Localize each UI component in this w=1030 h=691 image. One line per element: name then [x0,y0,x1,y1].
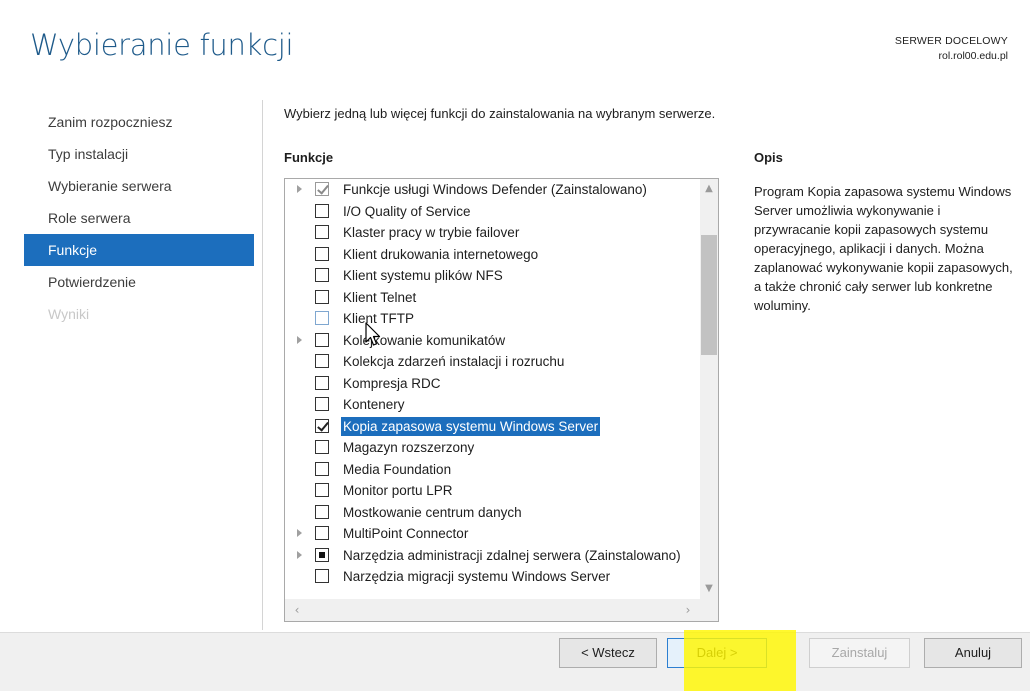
list-item-label: Monitor portu LPR [343,483,453,498]
checkbox[interactable] [315,354,329,368]
list-item[interactable]: MultiPoint Connector [285,523,700,545]
list-item-label: Kolekcja zdarzeń instalacji i rozruchu [343,354,565,369]
list-item[interactable]: Kolejkowanie komunikatów [285,330,700,352]
features-heading: Funkcje [284,150,334,165]
list-item[interactable]: Klient systemu plików NFS [285,265,700,287]
nav-item-wyniki: Wyniki [48,306,90,322]
list-item-label: Narzędzia administracji zdalnej serwera … [343,547,681,563]
checkbox[interactable] [315,440,329,454]
checkbox[interactable] [315,311,329,325]
feature-description: Program Kopia zapasowa systemu Windows S… [754,184,1013,313]
scroll-down-icon[interactable]: ▼ [700,581,718,597]
scroll-right-icon[interactable]: › [680,601,696,619]
list-item-label: Klaster pracy w trybie failover [343,225,520,240]
list-item[interactable]: Klaster pracy w trybie failover [285,222,700,244]
list-item-label: Mostkowanie centrum danych [343,504,522,520]
features-list: Funkcje usługi Windows Defender (Zainsta… [285,179,700,588]
nav-divider [262,100,263,630]
list-item-label: Magazyn rozszerzony [343,440,475,455]
checkbox[interactable] [315,526,329,540]
list-item[interactable]: Klient Telnet [285,287,700,309]
checkbox[interactable] [315,397,329,411]
list-item[interactable]: Klient TFTP [285,308,700,330]
instruction-text: Wybierz jedną lub więcej funkcji do zain… [284,106,716,121]
list-item-label: Narzędzia migracji systemu Windows Serve… [343,569,611,584]
checkbox[interactable] [315,483,329,497]
list-item-label: Kompresja RDC [343,375,441,391]
nav-item-funkcje[interactable]: Funkcje [24,234,254,266]
checkbox[interactable] [315,332,329,347]
list-item[interactable]: Media Foundation [285,459,700,481]
nav-item-zanim-rozpoczniesz[interactable]: Zanim rozpoczniesz [24,106,254,138]
expand-arrow-icon[interactable] [297,529,302,537]
page-title: Wybieranie funkcji [30,28,294,62]
list-item[interactable]: Narzędzia migracji systemu Windows Serve… [285,566,700,588]
checkbox[interactable] [315,203,329,218]
list-item-label: Klient Telnet [343,289,417,305]
nav-item-wybieranie-serwera[interactable]: Wybieranie serwera [24,170,254,202]
list-item-label: MultiPoint Connector [343,526,469,541]
vertical-scrollbar[interactable]: ▲ ▼ [700,179,718,599]
list-item[interactable]: Narzędzia administracji zdalnej serwera … [285,545,700,567]
list-item-label: Kopia zapasowa systemu Windows Server [341,416,601,436]
scroll-up-icon[interactable]: ▲ [700,181,718,197]
checkbox[interactable] [315,569,329,583]
list-item[interactable]: Magazyn rozszerzony [285,437,700,459]
target-server-block: SERWER DOCELOWY rol.rol00.edu.pl [895,34,1008,64]
list-item[interactable]: Monitor portu LPR [285,480,700,502]
expand-arrow-icon[interactable] [297,550,302,559]
nav-item-role-serwera[interactable]: Role serwera [24,202,254,234]
checkbox[interactable] [315,461,329,476]
checkbox[interactable] [315,504,329,519]
list-item-label: Klient systemu plików NFS [343,268,503,283]
checkbox[interactable] [315,246,329,261]
features-list-viewport: Funkcje usługi Windows Defender (Zainsta… [285,179,700,599]
list-item-label: I/O Quality of Service [343,203,471,219]
checkbox[interactable] [315,547,329,562]
list-item[interactable]: Kompresja RDC [285,373,700,395]
nav-item-potwierdzenie[interactable]: Potwierdzenie [24,266,254,298]
wizard-nav: Zanim rozpoczniesz Typ instalacji Wybieran… [24,106,254,330]
target-server-label: SERWER DOCELOWY [894,35,1008,47]
scrollbar-thumb[interactable] [701,235,717,355]
list-item[interactable]: Kopia zapasowa systemu Windows Server [285,416,700,438]
back-button[interactable]: < Wstecz [559,638,657,668]
description-heading: Opis [754,150,783,165]
horizontal-scrollbar[interactable]: ‹ › [285,599,718,621]
list-item-label: Klient drukowania internetowego [343,246,539,262]
cancel-button[interactable]: Anuluj [924,638,1022,668]
mouse-cursor-icon [365,322,381,346]
scroll-left-icon[interactable]: ‹ [289,601,305,619]
list-item[interactable]: Funkcje usługi Windows Defender (Zainsta… [285,179,700,201]
list-item[interactable]: Mostkowanie centrum danych [285,502,700,524]
checkbox[interactable] [315,182,329,196]
expand-arrow-icon[interactable] [297,335,302,344]
checkbox[interactable] [315,268,329,282]
features-listbox[interactable]: Funkcje usługi Windows Defender (Zainsta… [284,178,719,622]
list-item[interactable]: Klient drukowania internetowego [285,244,700,266]
checkbox[interactable] [315,418,329,433]
list-item-label: Kontenery [343,397,405,412]
checkbox[interactable] [315,289,329,304]
list-item-label: Media Foundation [343,461,452,477]
install-button[interactable]: Zainstaluj [809,638,910,668]
target-server-name: rol.rol00.edu.pl [938,50,1008,62]
expand-arrow-icon[interactable] [297,185,302,193]
list-item[interactable]: Kontenery [285,394,700,416]
list-item[interactable]: Kolekcja zdarzeń instalacji i rozruchu [285,351,700,373]
checkbox[interactable] [315,375,329,390]
list-item[interactable]: I/O Quality of Service [285,201,700,223]
list-item-label: Funkcje usługi Windows Defender (Zainsta… [343,182,647,197]
nav-item-typ-instalacji[interactable]: Typ instalacji [24,138,254,170]
yellow-highlight-annotation [684,630,796,691]
checkbox[interactable] [315,225,329,239]
